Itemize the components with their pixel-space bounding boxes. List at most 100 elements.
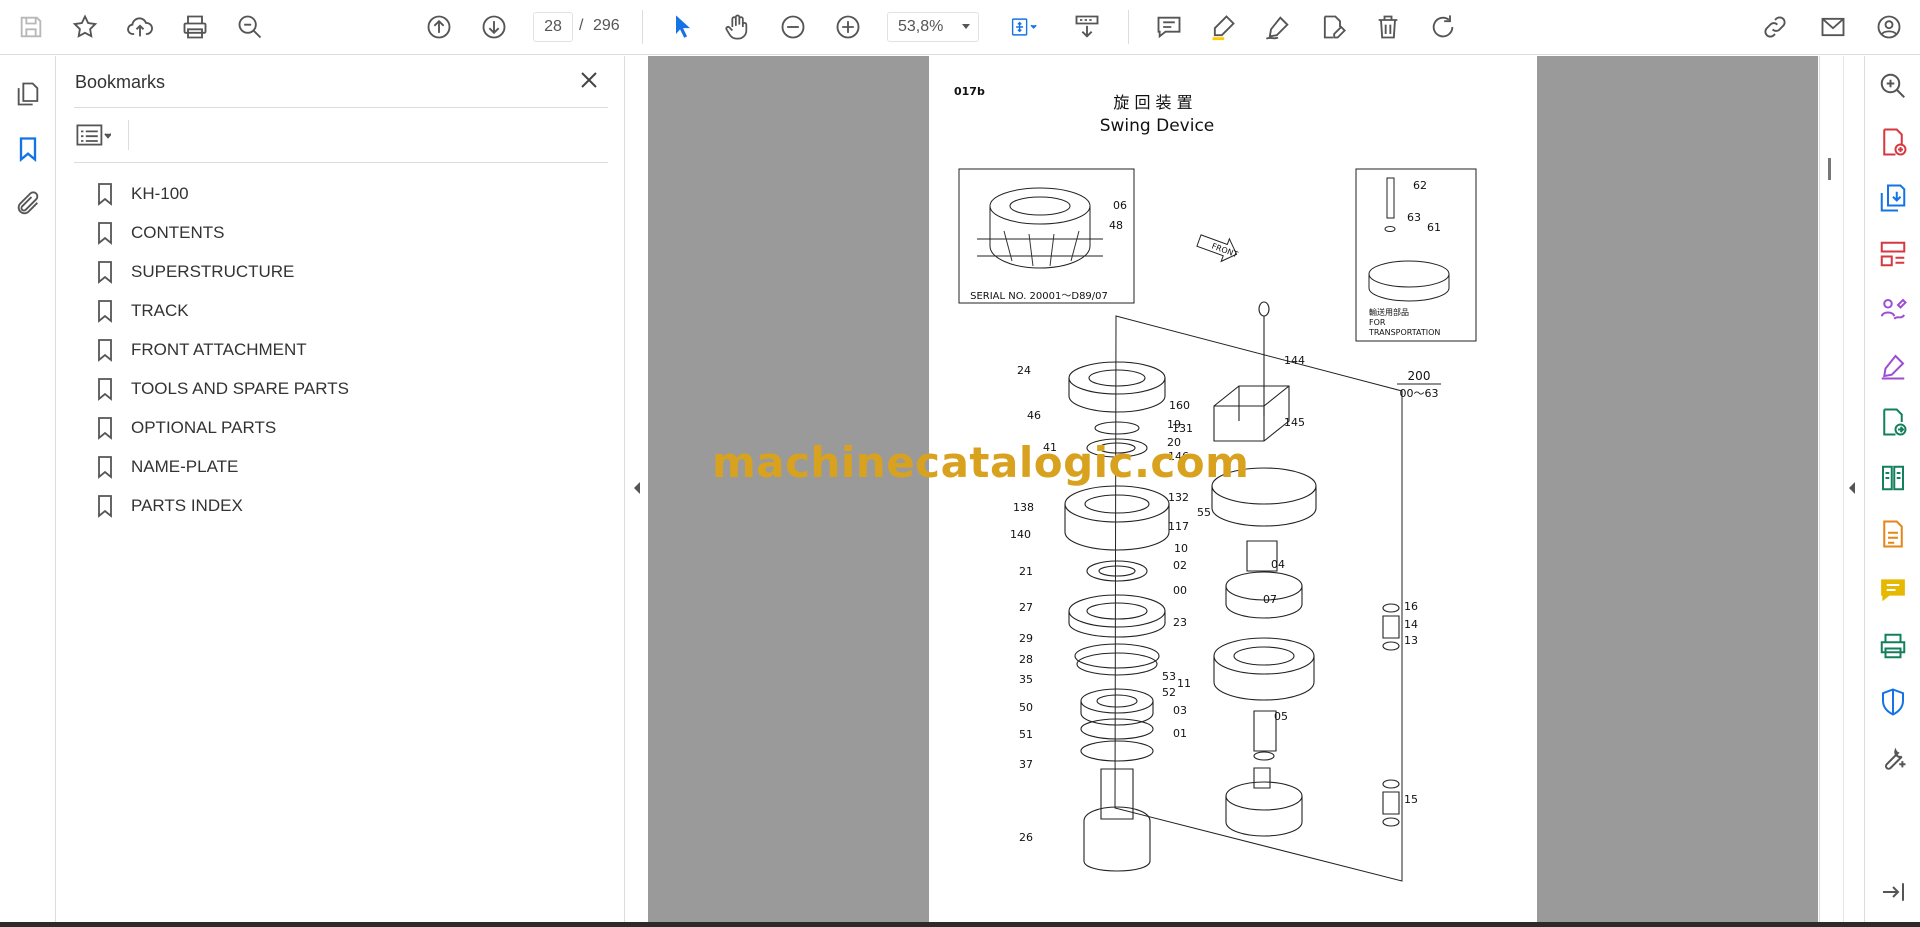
- email-icon[interactable]: [1816, 10, 1850, 44]
- previous-page-icon[interactable]: [422, 10, 456, 44]
- serial-inset-box: [958, 168, 1135, 304]
- part-number: 16: [1404, 600, 1418, 613]
- save-icon[interactable]: [14, 10, 48, 44]
- part-number: 05: [1274, 710, 1288, 723]
- part-number: 21: [1019, 565, 1033, 578]
- zoom-search-icon[interactable]: [1877, 70, 1909, 102]
- search-icon[interactable]: [233, 10, 267, 44]
- highlight-icon[interactable]: [1206, 10, 1240, 44]
- part-number: 62: [1413, 179, 1427, 192]
- account-icon[interactable]: [1872, 10, 1906, 44]
- left-navigation-rail: [0, 56, 56, 922]
- bookmark-options-button[interactable]: [75, 120, 125, 150]
- create-pdf-icon[interactable]: [1877, 126, 1909, 158]
- organize-pages-icon[interactable]: [1877, 238, 1909, 270]
- rotate-icon[interactable]: [1426, 10, 1460, 44]
- bookmark-label: PARTS INDEX: [131, 495, 243, 515]
- title-japanese: 旋 回 装 置: [1113, 93, 1192, 112]
- star-icon[interactable]: [68, 10, 102, 44]
- draw-pen-icon[interactable]: [1261, 10, 1295, 44]
- cloud-upload-icon[interactable]: [123, 10, 157, 44]
- housing-ring: [989, 187, 1091, 225]
- send-for-review-icon[interactable]: [1877, 406, 1909, 438]
- list-options-icon: [76, 124, 111, 146]
- edit-text-icon[interactable]: [1316, 10, 1350, 44]
- watermark-text: machinecatalogic.com: [712, 438, 1250, 487]
- transport-note-english-1: FOR: [1369, 318, 1386, 327]
- compare-files-icon[interactable]: [1877, 462, 1909, 494]
- transport-note-japanese: 輸送用部品: [1369, 307, 1409, 317]
- export-pdf-icon[interactable]: [1877, 182, 1909, 214]
- front-label: FRONT: [1210, 242, 1239, 260]
- close-icon[interactable]: [577, 68, 601, 92]
- bookmark-item[interactable]: TRACK: [95, 291, 349, 330]
- page-number-input[interactable]: 28: [533, 12, 573, 42]
- fill-and-sign-icon[interactable]: [1877, 350, 1909, 382]
- request-signatures-icon[interactable]: [1877, 294, 1909, 326]
- protect-shield-icon[interactable]: [1877, 686, 1909, 718]
- delete-icon[interactable]: [1371, 10, 1405, 44]
- hand-tool-icon[interactable]: [720, 10, 754, 44]
- part-number: 14: [1404, 618, 1418, 631]
- bookmark-label: NAME-PLATE: [131, 456, 239, 476]
- bookmark-item[interactable]: OPTIONAL PARTS: [95, 408, 349, 447]
- bookmark-item[interactable]: CONTENTS: [95, 213, 349, 252]
- zoom-level-select[interactable]: 53,8%: [887, 12, 979, 42]
- page-thumbnails-icon[interactable]: [10, 76, 46, 112]
- share-link-icon[interactable]: [1758, 10, 1792, 44]
- print-production-icon[interactable]: [1877, 630, 1909, 662]
- comment-tool-icon[interactable]: [1877, 574, 1909, 606]
- comment-icon[interactable]: [1152, 10, 1186, 44]
- page-total: 296: [593, 17, 620, 34]
- bookmark-item[interactable]: FRONT ATTACHMENT: [95, 330, 349, 369]
- part-number: 53: [1162, 670, 1176, 683]
- collapse-tools-pane-icon[interactable]: [1877, 876, 1909, 908]
- page-code: 017b: [954, 85, 985, 98]
- more-tools-icon[interactable]: [1877, 742, 1909, 774]
- part-number: 01: [1173, 727, 1187, 740]
- bookmark-list: KH-100 CONTENTS SUPERSTRUCTURE TRACK FRO…: [95, 174, 349, 525]
- bookmark-label: TOOLS AND SPARE PARTS: [131, 378, 349, 398]
- bookmark-label: TRACK: [131, 300, 189, 320]
- page-fit-icon[interactable]: [1000, 10, 1048, 44]
- bookmark-icon[interactable]: [10, 131, 46, 167]
- bookmark-label: CONTENTS: [131, 222, 225, 242]
- select-cursor-icon[interactable]: [666, 10, 700, 44]
- bookmark-item[interactable]: NAME-PLATE: [95, 447, 349, 486]
- expand-panel-arrow-icon[interactable]: [1846, 478, 1858, 498]
- right-tools-rail: [1864, 56, 1920, 922]
- bookmark-item[interactable]: SUPERSTRUCTURE: [95, 252, 349, 291]
- scrollbar-thumb[interactable]: [1828, 158, 1831, 180]
- panel-divider: [74, 107, 608, 108]
- scrollbar-track[interactable]: [1820, 56, 1844, 922]
- bookmark-item[interactable]: PARTS INDEX: [95, 486, 349, 525]
- bookmark-label: OPTIONAL PARTS: [131, 417, 277, 437]
- next-page-icon[interactable]: [477, 10, 511, 44]
- bookmark-label: KH-100: [131, 183, 189, 203]
- print-icon[interactable]: [178, 10, 212, 44]
- collapse-panel-arrow-icon[interactable]: [631, 478, 643, 498]
- bookmark-item[interactable]: TOOLS AND SPARE PARTS: [95, 369, 349, 408]
- document-viewport[interactable]: 017b 旋 回 装 置 Swing Device SERIAL NO. 200…: [648, 56, 1818, 922]
- part-number: 10: [1174, 542, 1188, 555]
- part-number: 145: [1284, 416, 1305, 429]
- zoom-out-icon[interactable]: [776, 10, 810, 44]
- bookmark-icon: [98, 377, 112, 401]
- part-number: 24: [1017, 364, 1031, 377]
- part-number-callouts: 06 48 62 63 61 24 46 41 19 20 55 138 140…: [1010, 179, 1441, 844]
- front-direction-arrow: FRONT: [1196, 234, 1239, 263]
- part-number: 131: [1172, 422, 1193, 435]
- bolt-part: [1386, 177, 1395, 219]
- right-parts-stack: [1211, 301, 1400, 837]
- part-number: 00: [1173, 584, 1187, 597]
- scrolling-mode-icon[interactable]: [1070, 10, 1104, 44]
- bookmark-item[interactable]: KH-100: [95, 174, 349, 213]
- attachment-icon[interactable]: [10, 186, 46, 222]
- part-number: 46: [1027, 409, 1041, 422]
- vertical-scrollbar[interactable]: [1819, 56, 1863, 922]
- part-number: 04: [1271, 558, 1285, 571]
- edit-pdf-icon[interactable]: [1877, 518, 1909, 550]
- bookmark-icon: [98, 221, 112, 245]
- part-number: 144: [1284, 354, 1305, 367]
- zoom-in-icon[interactable]: [831, 10, 865, 44]
